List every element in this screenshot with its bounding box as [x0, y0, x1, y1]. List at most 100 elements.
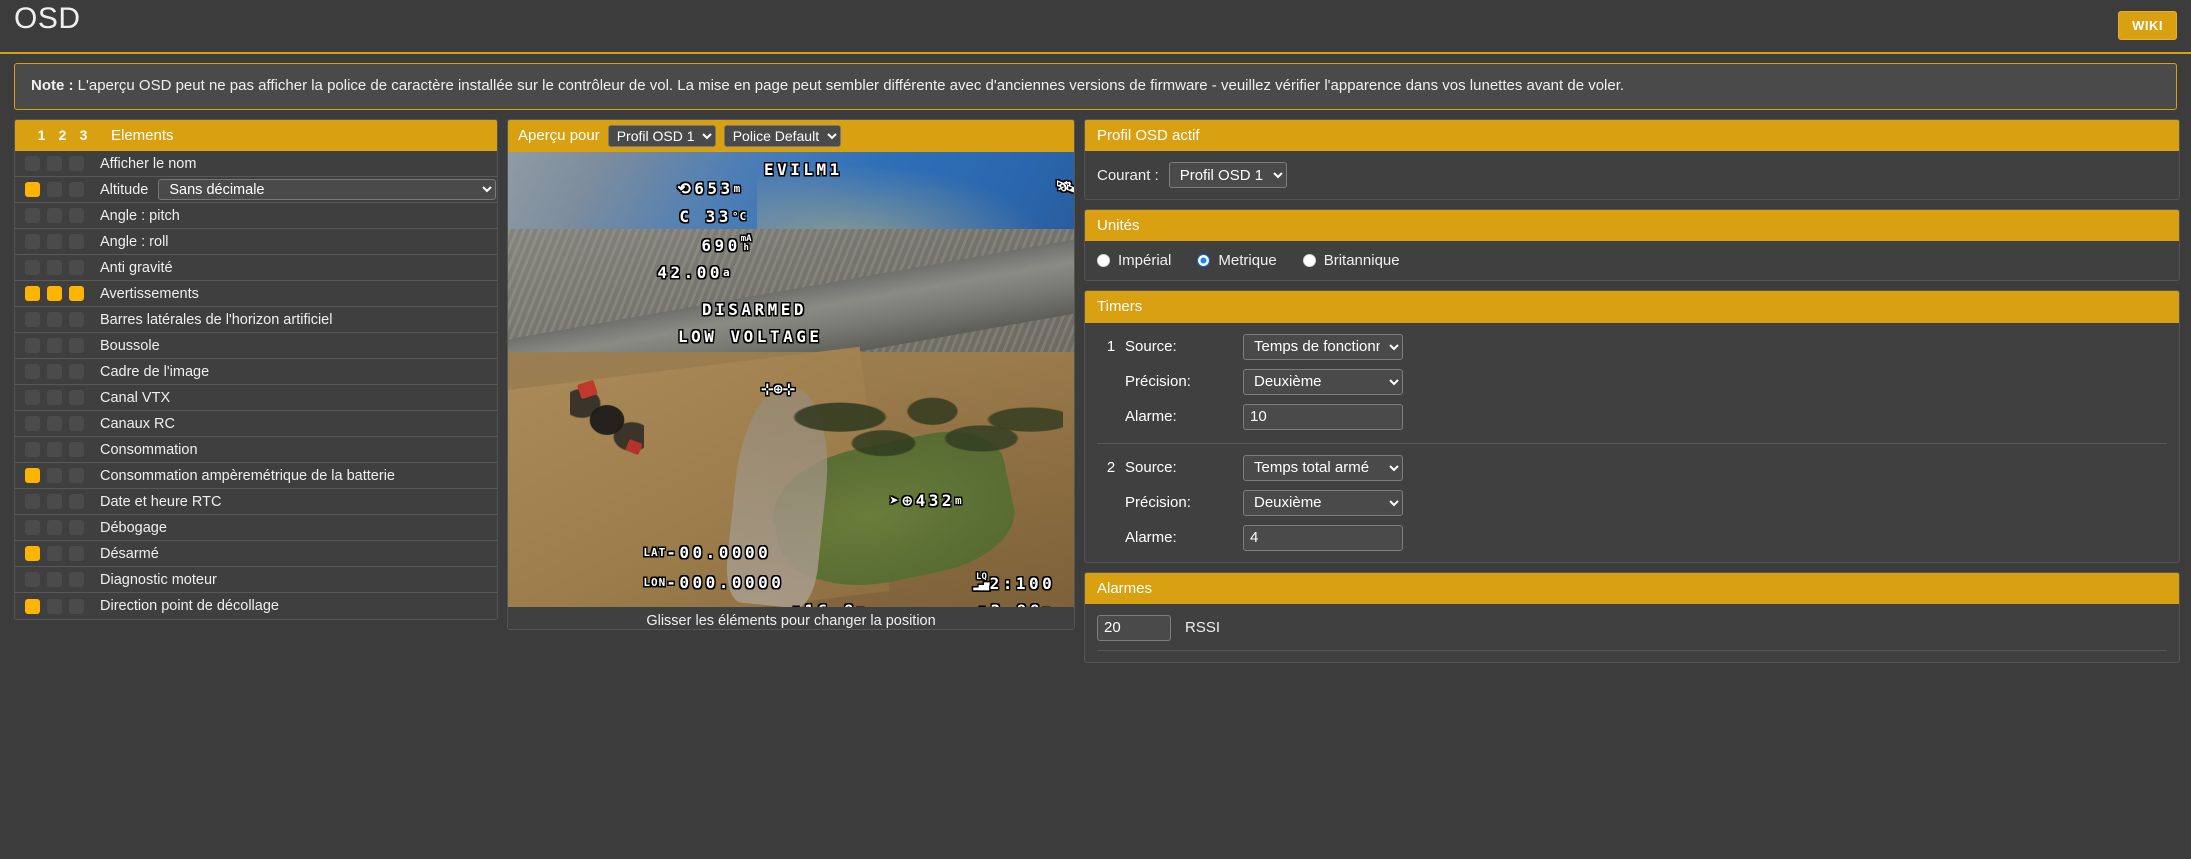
element-checkbox-profile-2[interactable] [47, 338, 62, 353]
element-checkbox-profile-2[interactable] [47, 416, 62, 431]
element-checkbox-profile-2[interactable] [47, 208, 62, 223]
osd-home-direction[interactable]: ➤⊕432m [758, 472, 963, 529]
element-checkbox-profile-3[interactable] [69, 364, 84, 379]
note-text: L'aperçu OSD peut ne pas afficher la pol… [73, 77, 1625, 94]
element-label: Diagnostic moteur [100, 571, 217, 588]
element-checkbox-profile-2[interactable] [47, 286, 62, 301]
element-row: Angle : roll [15, 229, 497, 255]
element-checkbox-profile-2[interactable] [47, 182, 62, 197]
element-checkbox-profile-3[interactable] [69, 572, 84, 587]
cell-battery-icon: ▮ [977, 601, 990, 607]
element-checkbox-profile-1[interactable] [25, 494, 40, 509]
element-checkbox-profile-1[interactable] [25, 520, 40, 535]
element-checkbox-profile-3[interactable] [69, 338, 84, 353]
element-option-select[interactable]: Sans décimale [158, 179, 497, 200]
osd-battery-voltage[interactable]: ▮16.8v [660, 582, 865, 607]
osd-warning-armed[interactable]: DISARMED [702, 300, 807, 319]
unit-radio-item[interactable]: Impérial [1097, 252, 1171, 269]
unit-radio-dot[interactable] [1097, 254, 1110, 268]
element-checkbox-profile-1[interactable] [25, 546, 40, 561]
osd-cell-voltage[interactable]: ▮3.98v [846, 582, 1051, 607]
element-checkbox-profile-3[interactable] [69, 156, 84, 171]
element-checkbox-profile-1[interactable] [25, 390, 40, 405]
element-checkbox-profile-2[interactable] [47, 390, 62, 405]
timer-source-label: Source: [1125, 459, 1177, 476]
element-checkbox-profile-3[interactable] [69, 234, 84, 249]
timer-precision-select[interactable]: Deuxième [1243, 489, 1403, 516]
active-profile-select[interactable]: Profil OSD 1 [1168, 162, 1287, 188]
osd-preview-header: Aperçu pour Profil OSD 1 Police Default [508, 119, 1074, 152]
alarms-list: ▲▼ RSSI [1097, 614, 2167, 641]
element-checkbox-profile-2[interactable] [47, 494, 62, 509]
element-checkbox-profile-3[interactable] [69, 312, 84, 327]
element-checkbox-profile-2[interactable] [47, 468, 62, 483]
element-label: Angle : pitch [100, 207, 180, 224]
element-checkbox-profile-1[interactable] [25, 416, 40, 431]
element-checkbox-profile-2[interactable] [47, 364, 62, 379]
osd-craft-name[interactable]: EVILM1 [764, 160, 843, 179]
element-checkbox-profile-2[interactable] [47, 598, 62, 614]
element-checkbox-profile-3[interactable] [69, 520, 84, 535]
element-checkbox-profile-1[interactable] [25, 208, 40, 223]
element-checkbox-profile-2[interactable] [47, 442, 62, 457]
preview-profile-select[interactable]: Profil OSD 1 [607, 124, 716, 147]
osd-overlay-layer: ⟲653m EVILM1 🛰 14 C 33°C onmn00:00 690mA… [508, 152, 1074, 607]
timer-alarm-input[interactable] [1244, 525, 1402, 550]
unit-radio-dot[interactable] [1197, 254, 1211, 268]
osd-altitude[interactable]: ALT39.9m [956, 412, 1074, 469]
element-checkbox-profile-1[interactable] [25, 312, 40, 327]
alarms-panel: Alarmes ▲▼ RSSI [1084, 571, 2180, 663]
wiki-button[interactable]: WIKI [2118, 11, 2177, 40]
osd-current-draw[interactable]: 42.00a [526, 244, 731, 301]
element-checkbox-profile-1[interactable] [25, 338, 40, 353]
element-checkbox-profile-1[interactable] [25, 598, 40, 614]
timer-alarm-label: Alarme: [1125, 529, 1177, 546]
timer-precision-select[interactable]: Deuxième [1243, 368, 1403, 395]
units-body: Impérial Metrique Britannique [1085, 241, 2179, 281]
element-checkbox-profile-2[interactable] [47, 234, 62, 249]
element-checkbox-profile-3[interactable] [69, 442, 84, 457]
timer-alarm-label: Alarme: [1125, 408, 1177, 425]
element-label: Angle : roll [100, 233, 169, 250]
preview-font-select[interactable]: Police Default [723, 124, 841, 147]
element-label: Consommation ampèremétrique de la batter… [100, 467, 395, 484]
element-checkbox-profile-1[interactable] [25, 156, 40, 171]
element-checkbox-profile-1[interactable] [25, 182, 40, 197]
element-checkbox-profile-1[interactable] [25, 286, 40, 301]
element-checkbox-profile-1[interactable] [25, 468, 40, 483]
element-checkbox-profile-3[interactable] [69, 494, 84, 509]
timer-source-select[interactable]: Temps total armé [1243, 454, 1403, 481]
element-checkbox-profile-1[interactable] [25, 572, 40, 587]
element-checkbox-profile-3[interactable] [69, 546, 84, 561]
element-checkbox-profile-2[interactable] [47, 520, 62, 535]
element-checkbox-profile-1[interactable] [25, 260, 40, 275]
element-checkbox-profile-2[interactable] [47, 156, 62, 171]
element-checkbox-profile-3[interactable] [69, 260, 84, 275]
timer-source-select[interactable]: Temps de fonctionne [1243, 333, 1403, 360]
element-checkbox-profile-3[interactable] [69, 468, 84, 483]
element-row: Anti gravité [15, 255, 497, 281]
element-checkbox-profile-1[interactable] [25, 364, 40, 379]
element-checkbox-profile-1[interactable] [25, 442, 40, 457]
element-checkbox-profile-3[interactable] [69, 390, 84, 405]
timer-alarm-input[interactable] [1244, 404, 1402, 429]
element-checkbox-profile-2[interactable] [47, 546, 62, 561]
element-checkbox-profile-2[interactable] [47, 260, 62, 275]
osd-video-preview[interactable]: ⟲653m EVILM1 🛰 14 C 33°C onmn00:00 690mA… [508, 151, 1074, 607]
element-checkbox-profile-3[interactable] [69, 208, 84, 223]
element-checkbox-profile-3[interactable] [69, 598, 84, 614]
element-checkbox-profile-3[interactable] [69, 416, 84, 431]
unit-radio-item[interactable]: Britannique [1302, 252, 1400, 269]
osd-cell-unit: v [1043, 604, 1051, 607]
osd-timer-fly[interactable]: flymn00:00 [960, 214, 1074, 272]
element-checkbox-profile-3[interactable] [69, 286, 84, 301]
unit-radio-item[interactable]: Metrique [1197, 252, 1277, 269]
element-checkbox-profile-2[interactable] [47, 312, 62, 327]
element-checkbox-profile-2[interactable] [47, 572, 62, 587]
osd-warning-voltage[interactable]: LOW VOLTAGE [678, 327, 822, 346]
alarm-input[interactable] [1098, 615, 1170, 640]
unit-radio-dot[interactable] [1302, 254, 1316, 268]
osd-crosshair-icon[interactable]: ⊹⊕⊹ [761, 380, 795, 398]
element-checkbox-profile-3[interactable] [69, 182, 84, 197]
element-checkbox-profile-1[interactable] [25, 234, 40, 249]
